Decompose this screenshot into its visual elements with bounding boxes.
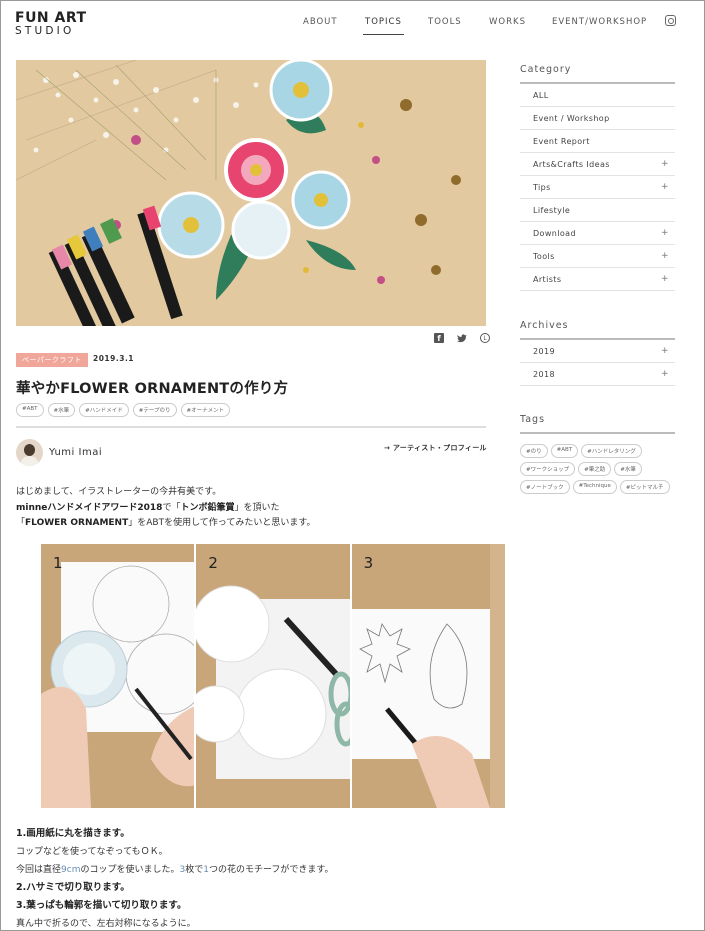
category-item-tips[interactable]: Tips + <box>520 176 675 199</box>
tag[interactable]: #のり <box>520 444 548 458</box>
step-number: 3 <box>363 554 374 572</box>
twitter-icon[interactable] <box>457 333 467 343</box>
tag[interactable]: #ABT <box>550 444 579 458</box>
step-number: 2 <box>208 554 218 572</box>
category-list: ALL Event / Workshop Event Report Arts&C… <box>520 84 675 291</box>
category-item-tools[interactable]: Tools + <box>520 245 675 268</box>
category-item-arts-crafts[interactable]: Arts&Crafts Ideas + <box>520 153 675 176</box>
nav-topics[interactable]: TOPICS <box>363 17 404 35</box>
expand-icon[interactable]: + <box>661 176 669 199</box>
category-item-download[interactable]: Download + <box>520 222 675 245</box>
step-1-title: 1.画用紙に丸を描きます。 <box>16 828 130 839</box>
step-photos: 1 2 3 <box>41 544 505 808</box>
archives-heading: Archives <box>520 320 569 331</box>
category-item-artists[interactable]: Artists + <box>520 268 675 291</box>
step-3-text: 真ん中で折るので、左右対称になるように。 <box>16 919 196 929</box>
nav-about[interactable]: ABOUT <box>303 17 338 27</box>
step-photo-1: 1 <box>41 544 195 808</box>
article-intro: はじめまして、イラストレーターの今井有美です。 minneハンドメイドアワード2… <box>16 485 315 532</box>
category-heading: Category <box>520 64 572 75</box>
step-photo-2: 2 <box>196 544 350 808</box>
tag[interactable]: #ハンドメイド <box>79 403 129 417</box>
tag[interactable]: #Technique <box>572 480 617 494</box>
step-instructions: 1.画用紙に丸を描きます。 コップなどを使ってなぞってもＯＫ。 今回は直径9cm… <box>16 825 334 931</box>
author-name[interactable]: Yumi Imai <box>49 447 102 458</box>
nav-event-workshop[interactable]: EVENT/WORKSHOP <box>552 17 647 27</box>
intro-line: 「FLOWER ORNAMENT」をABTを使用して作ってみたいと思います。 <box>16 518 316 528</box>
category-item-event-report[interactable]: Event Report <box>520 130 675 153</box>
expand-icon[interactable]: + <box>661 340 669 363</box>
tag[interactable]: #ノートブック <box>520 480 570 494</box>
expand-icon[interactable]: + <box>661 222 669 245</box>
intro-line: minneハンドメイドアワード2018で「トンボ鉛筆賞」を頂いた <box>16 502 280 513</box>
tag[interactable]: #ワークショップ <box>520 462 576 476</box>
share-bar: f L <box>434 333 490 343</box>
tag[interactable]: #筆之助 <box>578 462 612 476</box>
step-number: 1 <box>53 554 63 572</box>
step-1-text: 今回は直径9cmのコップを使いました。3枚で1つの花のモチーフができます。 <box>16 865 334 875</box>
category-badge[interactable]: ペーパークラフト <box>16 353 88 367</box>
intro-line: はじめまして、イラストレーターの今井有美です。 <box>16 487 222 497</box>
line-icon[interactable]: L <box>480 333 490 343</box>
expand-icon[interactable]: + <box>661 153 669 176</box>
article-tags: #ABT #水筆 #ハンドメイド #テープのり #オーナメント <box>16 403 231 417</box>
tag[interactable]: #水筆 <box>47 403 76 417</box>
tags-rule <box>520 432 675 434</box>
expand-icon[interactable]: + <box>661 363 669 386</box>
tag[interactable]: #ピットマルチ <box>619 480 670 494</box>
archive-item-2018[interactable]: 2018 + <box>520 363 675 386</box>
archive-item-2019[interactable]: 2019 + <box>520 340 675 363</box>
category-item-lifestyle[interactable]: Lifestyle <box>520 199 675 222</box>
step-photo-3: 3 <box>351 544 505 808</box>
step-3-title: 3.葉っぱも輪郭を描いて切り取ります。 <box>16 900 187 911</box>
tag[interactable]: #水筆 <box>614 462 642 476</box>
category-item-event-workshop[interactable]: Event / Workshop <box>520 107 675 130</box>
tag[interactable]: #オーナメント <box>180 403 231 417</box>
facebook-icon[interactable]: f <box>434 333 444 343</box>
archives-list: 2019 + 2018 + <box>520 340 675 386</box>
expand-icon[interactable]: + <box>661 268 669 291</box>
step-2-title: 2.ハサミで切り取ります。 <box>16 882 130 893</box>
expand-icon[interactable]: + <box>661 245 669 268</box>
tag-cloud: #のり #ABT #ハンドレタリング #ワークショップ #筆之助 #水筆 #ノー… <box>520 444 680 494</box>
nav-works[interactable]: WORKS <box>489 17 526 27</box>
main-nav: ABOUT TOPICS TOOLS WORKS EVENT/WORKSHOP <box>1 17 705 37</box>
divider <box>16 426 486 428</box>
hero-image <box>16 60 486 326</box>
post-date: 2019.3.1 <box>93 354 135 363</box>
step-1-text: コップなどを使ってなぞってもＯＫ。 <box>16 847 168 857</box>
instagram-icon[interactable] <box>665 15 676 26</box>
tags-heading: Tags <box>520 414 546 425</box>
artist-profile-link[interactable]: → アーティスト・プロフィール <box>384 443 487 453</box>
category-item-all[interactable]: ALL <box>520 84 675 107</box>
tag[interactable]: #ハンドレタリング <box>581 444 642 458</box>
author-avatar[interactable] <box>16 439 43 466</box>
tag[interactable]: #ABT <box>16 403 44 417</box>
nav-tools[interactable]: TOOLS <box>428 17 462 27</box>
tag[interactable]: #テープのり <box>132 403 177 417</box>
article-title: 華やかFLOWER ORNAMENTの作り方 <box>16 381 289 397</box>
